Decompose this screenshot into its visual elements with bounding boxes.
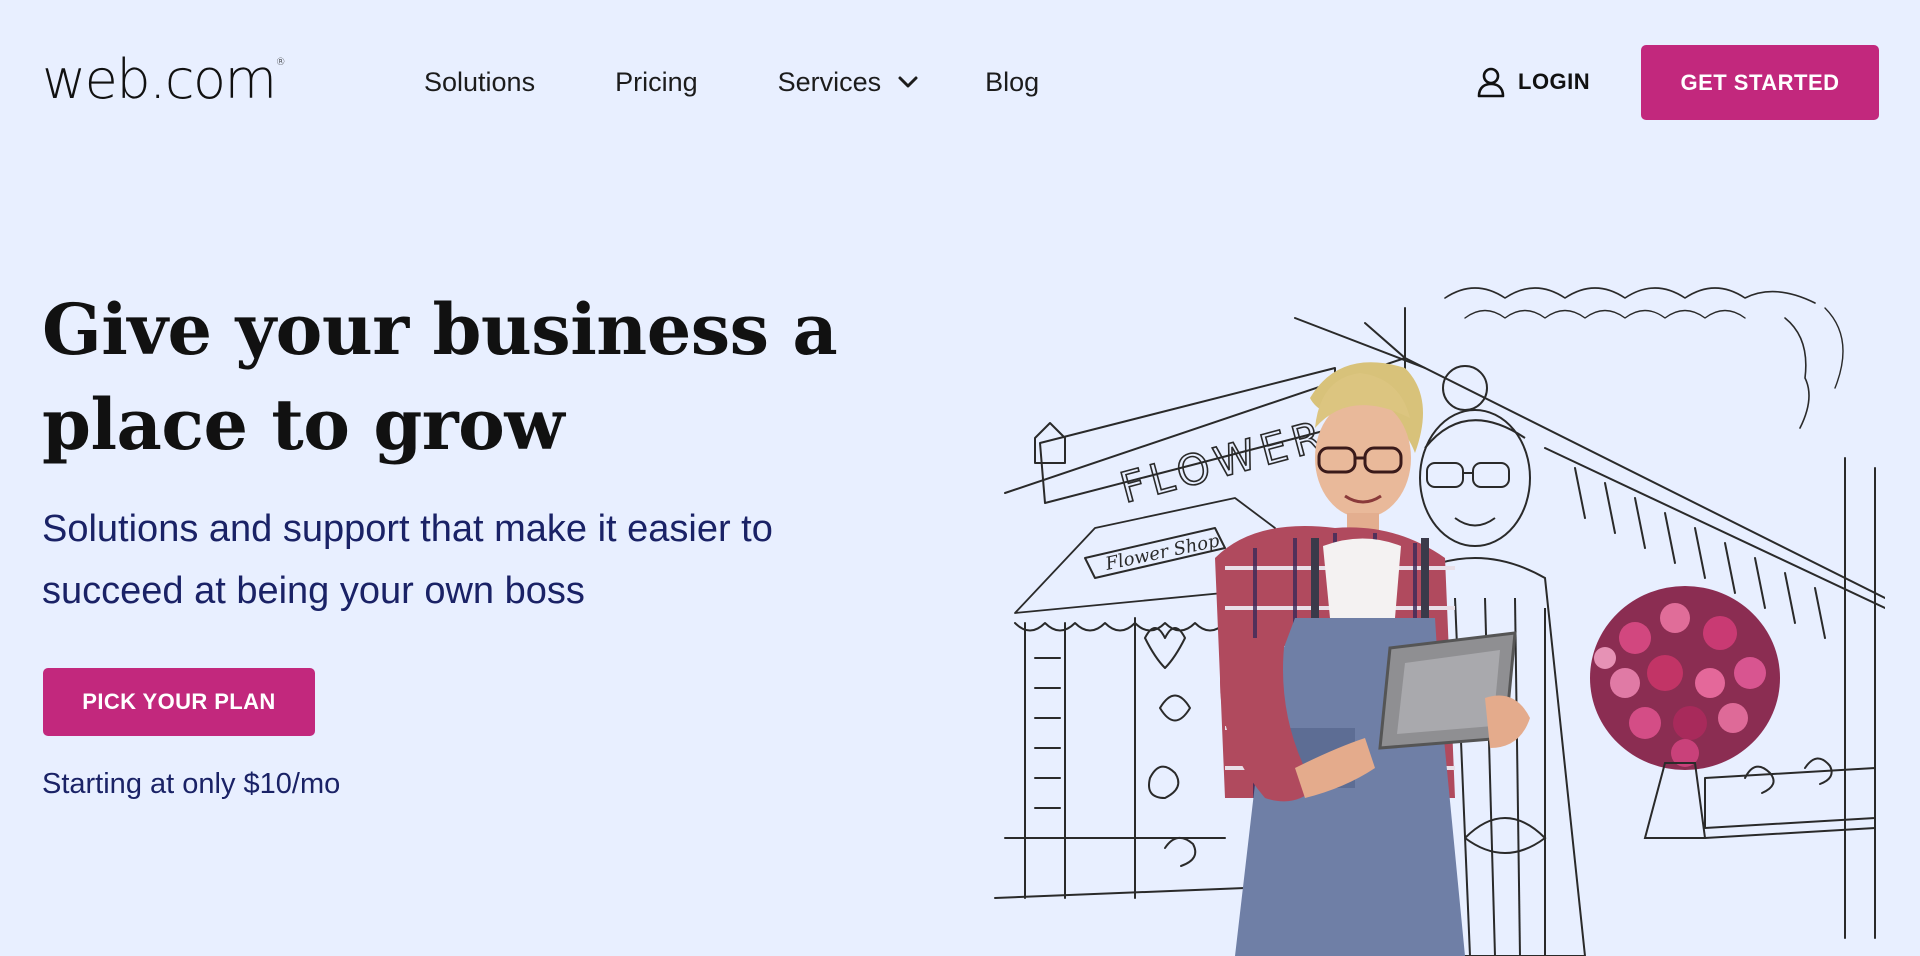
illustration-sign-text: FLOWER	[1115, 410, 1333, 512]
starting-price-note: Starting at only $10/mo	[42, 768, 341, 800]
user-icon	[1477, 67, 1505, 98]
nav-pricing[interactable]: Pricing	[615, 67, 698, 98]
hero-illustration: FLOWER Flower Shop	[994, 287, 1885, 956]
login-label: LOGIN	[1518, 69, 1591, 94]
hero-subtitle-line1: Solutions and support that make it easie…	[42, 508, 773, 550]
hero-title-line1: Give your business a	[42, 288, 838, 371]
hero-title-line2: place to grow	[42, 383, 565, 466]
pick-your-plan-button[interactable]: PICK YOUR PLAN	[43, 668, 315, 736]
nav-blog[interactable]: Blog	[985, 67, 1039, 98]
nav-services[interactable]: Services	[778, 67, 920, 98]
login-link[interactable]: LOGIN	[1476, 62, 1590, 102]
nav-solutions[interactable]: Solutions	[424, 67, 535, 98]
site-header: web.com® Solutions Pricing Services Blog…	[0, 0, 1920, 166]
flower-bouquet	[1590, 586, 1780, 839]
hero-subtitle: Solutions and support that make it easie…	[42, 498, 882, 622]
nav-services-label: Services	[777, 66, 882, 97]
logo-text: web.com	[42, 48, 277, 111]
chevron-down-icon	[898, 76, 918, 88]
hero-title: Give your business a place to grow	[42, 282, 862, 472]
site-logo[interactable]: web.com®	[42, 44, 286, 113]
illustration-small-sign-text: Flower Shop	[1103, 530, 1222, 575]
hero-subtitle-line2: succeed at being your own boss	[42, 570, 585, 612]
get-started-button[interactable]: GET STARTED	[1641, 45, 1879, 120]
main-nav: Solutions Pricing Services Blog	[424, 60, 1039, 104]
logo-registered-mark: ®	[275, 57, 286, 68]
